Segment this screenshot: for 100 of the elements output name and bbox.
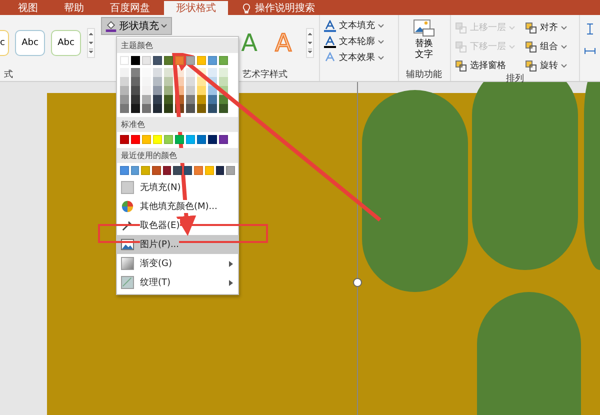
color-wheel-icon [121,200,134,213]
text-fill-icon [324,20,336,32]
color-swatch[interactable] [197,135,206,144]
caret-icon [161,24,167,28]
gallery-scroll-icon[interactable] [306,28,314,58]
menu-item[interactable]: 渐变(G) [117,254,238,273]
ribbon-tab[interactable]: 百度网盘 [98,1,162,15]
ribbon-tab[interactable]: 操作说明搜索 [230,1,327,15]
color-swatch[interactable] [186,56,195,65]
gallery-scroll-icon[interactable] [87,28,95,58]
color-swatch[interactable] [186,135,195,144]
arrange-icon [454,22,467,34]
menu-item[interactable]: 图片(P)... [117,235,238,254]
color-swatch[interactable] [173,166,182,175]
menu-heading: 标准色 [117,117,238,132]
color-shade-column[interactable] [120,68,129,113]
color-swatch[interactable] [131,135,140,144]
shape-style-sample[interactable]: c [0,30,9,56]
text-format-button[interactable]: 文本轮廓 [324,35,394,48]
eyedropper-icon [121,219,134,232]
caret-icon [508,26,515,30]
caret-icon [508,44,515,48]
arrange-icon [524,60,537,72]
color-swatch[interactable] [153,135,162,144]
color-swatch[interactable] [208,135,217,144]
color-swatch[interactable] [219,56,228,65]
shape-style-sample[interactable]: Abc [15,30,45,56]
menu-item[interactable]: 取色器(E) [117,216,238,235]
color-swatch[interactable] [152,166,161,175]
color-shade-column[interactable] [186,68,195,113]
color-shade-column[interactable] [208,68,217,113]
color-swatch[interactable] [120,135,129,144]
caret-icon [560,44,567,48]
arrange-button[interactable]: 旋转 [524,59,575,72]
capsule-shape[interactable] [584,82,600,270]
empty-square-icon [121,181,134,194]
alt-text-button[interactable]: 替换 文字 [413,17,436,68]
ribbon-tab[interactable]: 形状格式 [164,1,228,15]
color-shade-column[interactable] [175,68,184,113]
color-swatch[interactable] [164,135,173,144]
caret-icon [378,40,384,44]
color-swatch[interactable] [226,166,236,175]
color-shade-column[interactable] [164,68,173,113]
submenu-arrow-icon [229,260,233,266]
shape-style-sample[interactable]: Abc [51,30,81,56]
color-swatch[interactable] [120,56,129,65]
group-label: 式 [3,68,14,81]
color-swatch[interactable] [208,56,217,65]
caret-icon [560,26,567,30]
group-label: 艺术字样式 [241,68,288,81]
color-swatch[interactable] [120,166,129,175]
color-swatch[interactable] [164,56,173,65]
color-swatch[interactable] [153,56,162,65]
text-format-button[interactable]: 文本填充 [324,19,394,32]
color-swatch[interactable] [197,56,206,65]
menu-item[interactable]: 纹理(T) [117,273,238,292]
color-swatch[interactable] [175,56,184,65]
color-swatch[interactable] [130,166,140,175]
caret-icon [378,24,384,28]
arrange-button[interactable]: 选择窗格 [454,59,525,72]
arrange-button[interactable]: 对齐 [524,21,575,34]
capsule-shape[interactable] [472,82,578,270]
ribbon-tab[interactable]: 视图 [6,1,50,15]
paint-bucket-icon [105,20,117,32]
color-shade-column[interactable] [131,68,140,113]
color-swatch[interactable] [142,56,151,65]
color-swatch[interactable] [219,135,228,144]
caret-icon [378,56,384,60]
color-swatch[interactable] [142,135,151,144]
menu-item[interactable]: 无填充(N) [117,178,238,197]
group-label: 排列 [504,72,525,85]
color-swatch[interactable] [194,166,204,175]
color-shade-column[interactable] [142,68,151,113]
menu-heading: 主题颜色 [117,38,238,53]
color-swatch[interactable] [205,166,214,175]
gradient-square-icon [121,257,134,270]
color-swatch[interactable] [141,166,150,175]
ribbon-tab[interactable]: 帮助 [52,1,96,15]
arrange-icon [524,22,537,34]
color-swatch[interactable] [162,166,172,175]
color-shade-column[interactable] [219,68,228,113]
submenu-arrow-icon [229,280,233,286]
text-format-button[interactable]: 文本效果 [324,51,394,64]
height-icon [584,23,596,35]
width-icon [584,45,596,57]
color-swatch[interactable] [216,166,224,175]
shape-fill-button[interactable]: 形状填充 [101,17,172,35]
texture-square-icon [121,276,134,289]
arrange-button[interactable]: 组合 [524,40,575,53]
menu-heading: 最近使用的颜色 [117,148,238,163]
color-shade-column[interactable] [197,68,206,113]
picture-icon [413,19,436,37]
group-label: 辅助功能 [406,68,442,81]
arrange-icon [524,40,537,52]
color-swatch[interactable] [131,56,140,65]
arrange-icon [454,60,467,72]
color-swatch[interactable] [175,135,184,144]
caret-icon [560,64,567,68]
menu-item[interactable]: 其他填充颜色(M)... [117,197,238,216]
color-shade-column[interactable] [153,68,162,113]
